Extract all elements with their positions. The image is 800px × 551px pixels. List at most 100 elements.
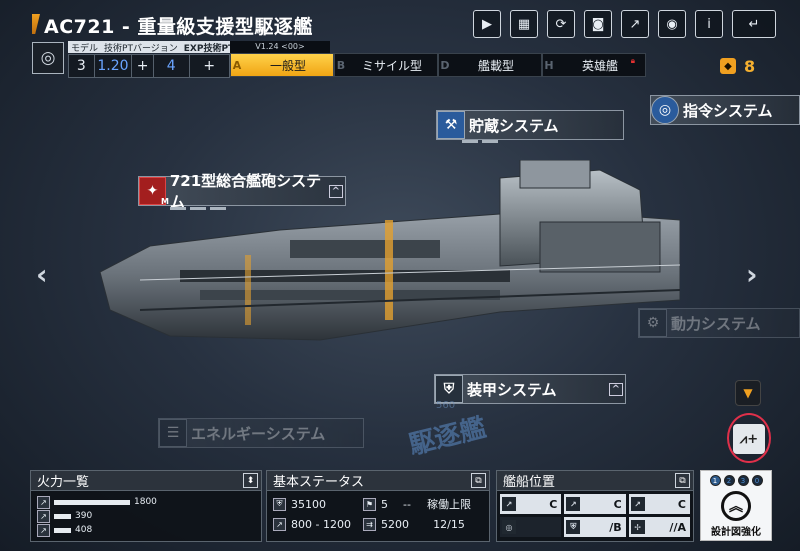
- tab-carrier[interactable]: D 艦載型: [438, 53, 542, 77]
- shield-icon: ⛨: [435, 375, 463, 403]
- command-icon: ◎: [651, 96, 679, 124]
- firepower-expand-icon[interactable]: ⬍: [243, 473, 258, 488]
- tech-value: 1.20: [95, 55, 133, 77]
- shield-small-icon: ⛨: [273, 497, 286, 511]
- slot-icon: ↗: [502, 497, 516, 511]
- tech-add-icon[interactable]: +: [132, 55, 154, 77]
- cannon-slot-2: [190, 207, 206, 210]
- tab-hero[interactable]: H 英雄艦 🔒︎: [542, 53, 646, 77]
- slot-icon: ↗: [630, 497, 645, 511]
- armor-system-label[interactable]: ⛨ 装甲システム ^: [434, 374, 626, 404]
- firepower-header: 火力一覧 ⬍: [31, 471, 261, 491]
- model-values: 3 1.20 + 4 +: [68, 54, 230, 78]
- energy-icon: ☰: [159, 419, 187, 447]
- tech-label: 技術PTバージョン: [104, 43, 178, 54]
- status-expand-icon[interactable]: ⧉: [471, 473, 486, 488]
- operation-value: 12/15: [433, 518, 465, 531]
- currency-icon: ◆: [720, 58, 736, 74]
- slot-icon: ↗: [566, 497, 581, 511]
- storage-icon: ⚒: [437, 111, 465, 139]
- slot-cell[interactable]: ↗ C: [564, 494, 626, 514]
- speed-small-icon: ⇉: [363, 517, 376, 531]
- collapse-button[interactable]: ▼: [735, 380, 761, 406]
- view-icon[interactable]: ◉: [658, 10, 686, 38]
- ship-position-panel: 艦船位置 ⧉ ↗ C ↗ C ↗ C ◎ ⛨/B ✢//A: [496, 470, 694, 542]
- video-icon[interactable]: ▶: [473, 10, 501, 38]
- gallery-icon[interactable]: ▦: [510, 10, 538, 38]
- globe-icon[interactable]: ◎: [32, 42, 64, 74]
- chevron-up-icon: ^: [608, 382, 623, 396]
- enhance-label: 設計図強化: [711, 527, 761, 538]
- info-icon[interactable]: i: [695, 10, 723, 38]
- model-value: 3: [69, 55, 95, 77]
- power-system-label[interactable]: ⚙ 動力システム: [638, 308, 800, 338]
- lock-icon: 🔒︎: [630, 56, 635, 65]
- shield-slot-icon: ⛨: [566, 520, 581, 534]
- ship-number-watermark: 560: [436, 400, 456, 411]
- ship-class-watermark: 駆逐艦: [406, 412, 490, 461]
- firepower-bar-2: [54, 513, 71, 519]
- title-accent: [32, 14, 40, 34]
- status-header: 基本ステータス ⧉: [267, 471, 489, 491]
- energy-system-label[interactable]: ☰ エネルギーシステム: [158, 418, 364, 448]
- firepower-row: ↗ 390: [31, 509, 261, 523]
- slot-cell[interactable]: ↗ C: [628, 494, 690, 514]
- slot-cell[interactable]: ↗ C: [500, 494, 562, 514]
- top-toolbar: ▶ ▦ ⟳ ◙ ↗ ◉ i ↵: [473, 10, 776, 38]
- tab-general[interactable]: A 一般型: [230, 53, 334, 77]
- basic-status-panel: 基本ステータス ⧉ ⛨ 35100 ↗ 800 - 1200 ⚑ 5 -- ⇉ …: [266, 470, 490, 542]
- firepower-bar-3: [54, 527, 71, 533]
- fleet-add-button[interactable]: ⩘+: [733, 424, 765, 454]
- slot-cell[interactable]: ◎: [500, 517, 562, 537]
- refresh-icon[interactable]: ⟳: [547, 10, 575, 38]
- operation-label: 稼働上限: [427, 498, 471, 511]
- exp-add-icon[interactable]: +: [190, 55, 230, 77]
- slot-cell[interactable]: ⛨/B: [564, 517, 626, 537]
- slot-cell[interactable]: ✢//A: [628, 517, 690, 537]
- firepower-row: ↗ 1800: [31, 495, 261, 509]
- range-small-icon: ↗: [273, 517, 286, 531]
- exp-label: EXP技術PT: [183, 43, 235, 54]
- missile-small-icon: ↗: [37, 509, 50, 523]
- return-icon[interactable]: ↵: [732, 10, 776, 38]
- position-header: 艦船位置 ⧉: [497, 471, 693, 491]
- cannon-badge: M: [161, 197, 169, 206]
- target-icon: ◎: [502, 520, 516, 534]
- power-icon: ⚙: [639, 309, 667, 337]
- currency-value: 8: [744, 56, 756, 76]
- firepower-panel: 火力一覧 ⬍ ↗ 1800 ↗ 390 ↗ 408: [30, 470, 262, 542]
- chevron-up-icon: ^: [328, 184, 343, 198]
- enhance-icon: ︽: [721, 491, 751, 521]
- tab-missile[interactable]: B ミサイル型: [334, 53, 438, 77]
- currency-display: ◆ 8: [720, 54, 780, 78]
- prev-ship-arrow[interactable]: ‹: [36, 258, 48, 291]
- cannon-system-label[interactable]: ✦ M 721型総合艦砲システム ^: [138, 172, 346, 211]
- storage-slot-1: [462, 140, 478, 143]
- page-title: AC721 - 重量級支援型駆逐艦: [44, 16, 313, 38]
- firepower-row: ↗ 408: [31, 523, 261, 537]
- aa-slot-icon: ✢: [630, 520, 645, 534]
- exp-value: 4: [154, 55, 190, 77]
- next-ship-arrow[interactable]: ›: [746, 258, 758, 291]
- enhance-dots: 1 2 3 0: [701, 475, 771, 486]
- aa-small-icon: ↗: [37, 523, 50, 537]
- firepower-bar-1: [54, 499, 130, 505]
- armor-stat: ⚑ 5 --: [363, 494, 417, 514]
- speed-stat: ⇉ 5200: [363, 514, 417, 534]
- storage-slot-2: [482, 140, 498, 143]
- share-icon[interactable]: ↗: [621, 10, 649, 38]
- cannon-slot-1: [170, 207, 186, 210]
- hp-stat: ⛨ 35100: [273, 494, 333, 514]
- command-system-label[interactable]: ◎ 指令システム: [650, 95, 800, 125]
- blueprint-enhance-button[interactable]: 1 2 3 0 ︽ 設計図強化: [700, 470, 772, 541]
- storage-system-label[interactable]: ⚒ 貯蔵システム: [436, 110, 624, 140]
- variant-tabs: A 一般型 B ミサイル型 D 艦載型 H 英雄艦 🔒︎: [230, 53, 646, 77]
- cannon-slot-3: [210, 207, 226, 210]
- version-label: V1.24 <00>: [230, 41, 330, 53]
- camera-icon[interactable]: ◙: [584, 10, 612, 38]
- model-label: モデル: [71, 43, 99, 54]
- cannon-small-icon: ↗: [37, 495, 50, 509]
- armor-small-icon: ⚑: [363, 497, 376, 511]
- model-labels: モデル 技術PTバージョン EXP技術PT: [68, 41, 234, 54]
- position-expand-icon[interactable]: ⧉: [675, 473, 690, 488]
